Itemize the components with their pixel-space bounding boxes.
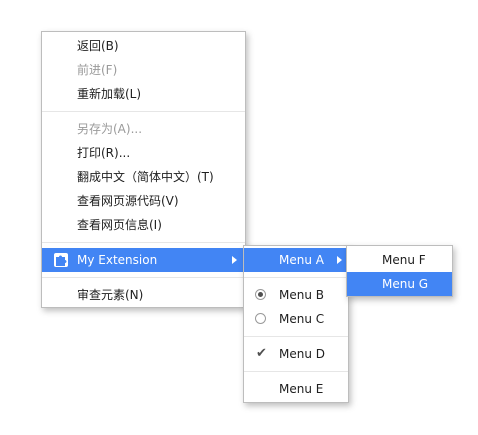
menu-item-page-info-label: 查看网页信息(I) — [77, 218, 162, 232]
menu-item-page-info[interactable]: 查看网页信息(I) — [42, 213, 245, 237]
menu-item-translate[interactable]: 翻成中文（简体中文）(T) — [42, 165, 245, 189]
checkmark-icon: ✔ — [256, 346, 267, 361]
menu-item-print-label: 打印(R)... — [77, 146, 131, 160]
menu-item-menu-g-label: Menu G — [382, 277, 429, 291]
menu-separator — [42, 111, 245, 112]
menu-item-menu-e[interactable]: Menu E — [244, 377, 348, 401]
menu-item-print[interactable]: 打印(R)... — [42, 141, 245, 165]
menu-item-menu-a[interactable]: Menu A — [244, 248, 348, 272]
menu-item-inspect-label: 审查元素(N) — [77, 288, 144, 302]
menu-item-menu-c-label: Menu C — [279, 312, 325, 326]
puzzle-piece-icon — [54, 253, 68, 267]
menu-item-view-source[interactable]: 查看网页源代码(V) — [42, 189, 245, 213]
menu-item-my-extension-label: My Extension — [77, 253, 158, 267]
menu-item-forward-label: 前进(F) — [77, 63, 118, 77]
menu-separator — [244, 371, 348, 372]
submenu-menu-a: Menu F Menu G — [346, 245, 453, 297]
menu-item-menu-d-label: Menu D — [279, 347, 326, 361]
context-menu: 返回(B) 前进(F) 重新加载(L) 另存为(A)... 打印(R)... 翻… — [41, 31, 246, 308]
menu-item-menu-f[interactable]: Menu F — [347, 248, 452, 272]
menu-item-back[interactable]: 返回(B) — [42, 34, 245, 58]
menu-item-reload-label: 重新加载(L) — [77, 87, 142, 101]
menu-item-back-label: 返回(B) — [77, 39, 119, 53]
submenu-my-extension: Menu A Menu B Menu C ✔ Menu D Menu E — [243, 245, 349, 403]
menu-item-menu-a-label: Menu A — [279, 253, 324, 267]
menu-item-menu-b[interactable]: Menu B — [244, 283, 348, 307]
menu-separator — [244, 277, 348, 278]
menu-item-menu-d[interactable]: ✔ Menu D — [244, 342, 348, 366]
menu-item-inspect[interactable]: 审查元素(N) — [42, 283, 245, 307]
radio-unselected-icon — [255, 313, 266, 324]
chevron-right-icon — [232, 256, 237, 264]
menu-item-view-source-label: 查看网页源代码(V) — [77, 194, 179, 208]
menu-item-my-extension[interactable]: My Extension — [42, 248, 245, 272]
menu-separator — [42, 242, 245, 243]
menu-item-menu-b-label: Menu B — [279, 288, 324, 302]
menu-item-reload[interactable]: 重新加载(L) — [42, 82, 245, 106]
menu-item-menu-e-label: Menu E — [279, 382, 324, 396]
radio-selected-icon — [255, 289, 266, 300]
menu-item-translate-label: 翻成中文（简体中文）(T) — [77, 170, 214, 184]
menu-item-forward[interactable]: 前进(F) — [42, 58, 245, 82]
menu-item-menu-c[interactable]: Menu C — [244, 307, 348, 331]
menu-separator — [42, 277, 245, 278]
menu-item-save-as[interactable]: 另存为(A)... — [42, 117, 245, 141]
menu-item-menu-g[interactable]: Menu G — [347, 272, 452, 296]
menu-item-menu-f-label: Menu F — [382, 253, 426, 267]
menu-item-save-as-label: 另存为(A)... — [77, 122, 143, 136]
chevron-right-icon — [337, 256, 342, 264]
menu-separator — [244, 336, 348, 337]
